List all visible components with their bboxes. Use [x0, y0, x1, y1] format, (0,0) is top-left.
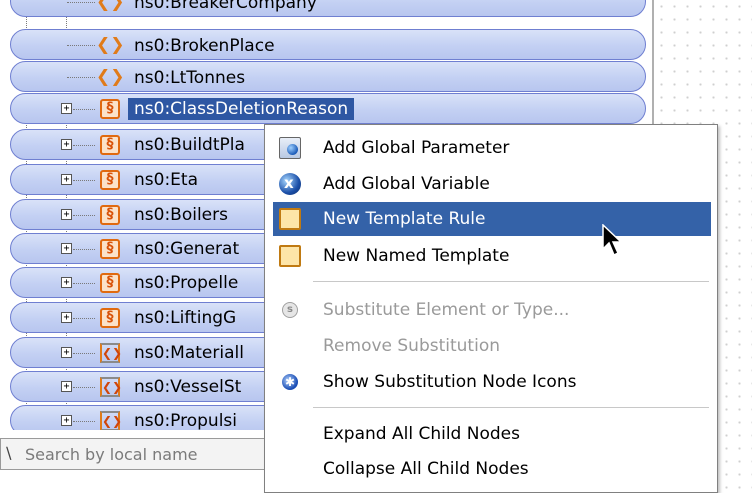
expand-icon[interactable]: +: [61, 103, 72, 114]
expand-icon[interactable]: +: [61, 347, 72, 358]
expand-icon[interactable]: +: [61, 415, 72, 426]
chevron-type-icon: ❮❯: [96, 35, 125, 55]
tree-node-label[interactable]: ns0:LtTonnes: [134, 67, 245, 89]
sequence-type-icon: §: [100, 308, 120, 328]
menu-item-label: Collapse All Child Nodes: [323, 459, 529, 479]
template-rule-icon: [279, 208, 301, 230]
menu-separator: [313, 281, 709, 282]
tree-node-label[interactable]: ns0:BuildtPla: [134, 134, 245, 156]
sequence-type-icon: §: [100, 99, 120, 119]
substitution-node-icon: ✱: [282, 374, 298, 390]
menu-item-label: Remove Substitution: [323, 336, 500, 356]
tree-node-label[interactable]: ns0:BrokenPlace: [134, 35, 275, 57]
chevron-type-icon: ❮❯: [96, 0, 125, 12]
tree-guide-line: [73, 180, 95, 181]
tree-node-label[interactable]: ns0:Propulsi: [134, 410, 237, 430]
menu-item-new-named-template[interactable]: New Named Template: [273, 239, 711, 273]
tree-node-label[interactable]: ns0:Materiall: [134, 342, 244, 364]
search-input[interactable]: [25, 443, 273, 465]
menu-item-label: Add Global Parameter: [323, 138, 510, 158]
menu-item-expand-all-child-nodes[interactable]: Expand All Child Nodes: [273, 417, 711, 451]
search-bar: ∖: [0, 438, 276, 470]
global-parameter-icon: [279, 137, 301, 159]
menu-item-label: Substitute Element or Type...: [323, 300, 570, 320]
menu-item-label: New Template Rule: [323, 209, 486, 229]
tree-guide-line: [73, 318, 95, 319]
tree-guide-line: [73, 109, 95, 110]
menu-item-remove-substitution[interactable]: Remove Substitution: [273, 329, 711, 363]
sequence-type-icon: §: [100, 205, 120, 225]
tree-guide-line: [73, 283, 95, 284]
mouse-cursor-icon: [602, 224, 623, 257]
chevron-type-icon: ❮❯: [96, 67, 125, 87]
menu-item-show-substitution-node-icons[interactable]: ✱ Show Substitution Node Icons: [273, 365, 711, 399]
menu-item-label: Add Global Variable: [323, 174, 490, 194]
tree-node-label[interactable]: ns0:VesselSt: [134, 376, 241, 398]
menu-item-new-template-rule[interactable]: New Template Rule: [273, 202, 711, 236]
global-variable-icon: [279, 173, 301, 195]
expand-icon[interactable]: +: [61, 209, 72, 220]
sequence-type-icon: §: [100, 170, 120, 190]
named-template-icon: [279, 245, 301, 267]
expand-icon[interactable]: +: [61, 277, 72, 288]
menu-item-add-global-parameter[interactable]: Add Global Parameter: [273, 131, 711, 165]
expand-icon[interactable]: +: [61, 139, 72, 150]
bracket-type-icon: ❮❯: [100, 343, 122, 363]
substitute-icon: s: [282, 302, 298, 318]
tree-guide-line: [73, 387, 95, 388]
tree-guide-line: [73, 249, 95, 250]
expand-icon[interactable]: +: [61, 312, 72, 323]
menu-item-label: Expand All Child Nodes: [323, 424, 520, 444]
tree-guide-line: [73, 145, 95, 146]
tree-guide-line: [73, 421, 95, 422]
context-menu: Add Global Parameter Add Global Variable…: [264, 124, 718, 493]
menu-item-add-global-variable[interactable]: Add Global Variable: [273, 167, 711, 201]
tree-node-label[interactable]: ns0:Propelle: [134, 272, 238, 294]
tree-guide-line: [67, 2, 95, 3]
tree-node-label[interactable]: ns0:ClassDeletionReason: [128, 98, 355, 120]
bracket-type-icon: ❮❯: [100, 377, 122, 397]
tree-guide-line: [67, 77, 95, 78]
bracket-type-icon: ❮❯: [100, 411, 122, 430]
expand-icon[interactable]: +: [61, 381, 72, 392]
sequence-type-icon: §: [100, 273, 120, 293]
sequence-type-icon: §: [100, 239, 120, 259]
expand-icon[interactable]: +: [61, 174, 72, 185]
sequence-type-icon: §: [100, 135, 120, 155]
menu-item-label: Show Substitution Node Icons: [323, 372, 577, 392]
tree-guide-line: [73, 215, 95, 216]
menu-separator: [313, 407, 709, 408]
menu-item-substitute-element[interactable]: s Substitute Element or Type...: [273, 293, 711, 327]
menu-item-collapse-all-child-nodes[interactable]: Collapse All Child Nodes: [273, 452, 711, 486]
search-icon: ∖: [3, 444, 14, 463]
tree-node-label[interactable]: ns0:BreakerCompany: [134, 0, 317, 14]
tree-guide-line: [73, 353, 95, 354]
tree-guide-line: [67, 45, 95, 46]
tree-node-label[interactable]: ns0:Generat: [134, 238, 239, 260]
tree-node-label[interactable]: ns0:Boilers: [134, 204, 228, 226]
tree-node-label[interactable]: ns0:LiftingG: [134, 307, 236, 329]
tree-node-label[interactable]: ns0:Eta: [134, 169, 198, 191]
expand-icon[interactable]: +: [61, 243, 72, 254]
menu-item-label: New Named Template: [323, 246, 510, 266]
